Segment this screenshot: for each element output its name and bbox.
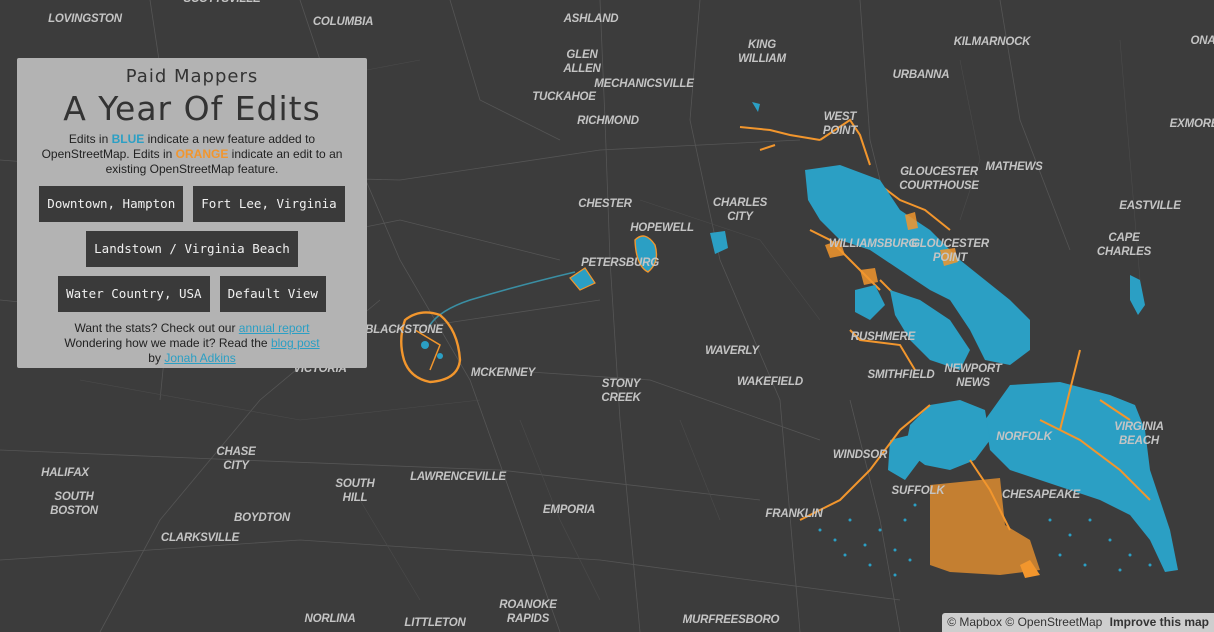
stats-line: Want the stats? Check out our annual rep… xyxy=(17,321,367,336)
place-label-mckenney: MCKENNEY xyxy=(471,367,537,379)
place-label-newport-news: NEWPORT NEWS xyxy=(944,363,1002,389)
place-label-charles-city: CHARLES CITY xyxy=(713,197,768,223)
author-prefix: by xyxy=(148,351,165,365)
downtown-hampton-button[interactable]: Downtown, Hampton xyxy=(39,186,184,222)
author-link[interactable]: Jonah Adkins xyxy=(164,351,235,365)
place-label-blackstone: BLACKSTONE xyxy=(365,324,443,336)
place-label-south-boston: SOUTH BOSTON xyxy=(50,491,99,517)
place-label-lovingston: LOVINGSTON xyxy=(48,13,123,25)
place-label-exmore: EXMORE xyxy=(1170,118,1214,130)
panel-subtitle: Paid Mappers xyxy=(125,66,259,87)
map-attribution: © Mapbox © OpenStreetMap Improve this ma… xyxy=(942,613,1214,632)
stats-prefix: Want the stats? Check out our xyxy=(74,321,239,335)
place-label-urbanna: URBANNA xyxy=(893,69,950,81)
place-label-scottsville: SCOTTSVILLE xyxy=(183,0,261,5)
place-label-hopewell: HOPEWELL xyxy=(630,222,694,234)
place-label-cape-charles: CAPE CHARLES xyxy=(1097,232,1152,258)
place-label-chesapeake: CHESAPEAKE xyxy=(1002,489,1080,501)
mapbox-attribution[interactable]: © Mapbox xyxy=(947,615,1002,629)
default-view-button[interactable]: Default View xyxy=(219,276,326,312)
place-label-gloucester-courthouse: GLOUCESTER COURTHOUSE xyxy=(899,166,979,192)
place-label-wakefield: WAKEFIELD xyxy=(737,376,803,388)
place-label-ona: ONA xyxy=(1191,35,1214,47)
king-william-edit xyxy=(752,102,760,112)
place-label-rushmere: RUSHMERE xyxy=(851,331,916,343)
place-label-norfolk: NORFOLK xyxy=(996,431,1052,443)
blog-post-link[interactable]: blog post xyxy=(271,336,320,350)
place-label-stony-creek: STONY CREEK xyxy=(601,378,641,404)
button-row-3: Water Country, USA Default View xyxy=(17,276,367,312)
place-label-waverly: WAVERLY xyxy=(705,345,760,357)
place-label-norlina: NORLINA xyxy=(305,613,356,625)
made-line: Wondering how we made it? Read the blog … xyxy=(17,336,367,351)
place-label-south-hill: SOUTH HILL xyxy=(335,478,375,504)
button-row-2: Landstown / Virginia Beach xyxy=(17,231,367,267)
panel-description: Edits in BLUE indicate a new feature add… xyxy=(31,132,353,177)
place-label-glen-allen: GLEN ALLEN xyxy=(562,49,601,75)
author-line: by Jonah Adkins xyxy=(17,351,367,366)
place-label-king-william: KING WILLIAM xyxy=(738,39,786,65)
place-label-boydton: BOYDTON xyxy=(234,512,291,524)
panel-credits: Want the stats? Check out our annual rep… xyxy=(17,321,367,366)
place-label-mechanicsville: MECHANICSVILLE xyxy=(594,78,694,90)
info-panel: Paid Mappers A Year Of Edits Edits in BL… xyxy=(17,58,367,368)
place-label-columbia: COLUMBIA xyxy=(313,16,373,28)
place-label-littleton: LITTLETON xyxy=(404,617,466,629)
river-edit-line xyxy=(429,271,576,326)
water-country-button[interactable]: Water Country, USA xyxy=(58,276,210,312)
blue-legend-word: BLUE xyxy=(111,132,145,146)
place-label-richmond: RICHMOND xyxy=(577,115,639,127)
annual-report-link[interactable]: annual report xyxy=(239,321,310,335)
place-label-williamsburg: WILLIAMSBURG xyxy=(829,238,918,250)
button-row-1: Downtown, Hampton Fort Lee, Virginia xyxy=(17,186,367,222)
place-label-suffolk: SUFFOLK xyxy=(892,485,946,497)
place-label-murfreesboro: MURFREESBORO xyxy=(683,614,780,626)
landstown-virginia-beach-button[interactable]: Landstown / Virginia Beach xyxy=(86,231,298,267)
place-label-ashland: ASHLAND xyxy=(563,13,619,25)
fort-lee-button[interactable]: Fort Lee, Virginia xyxy=(193,186,345,222)
place-label-roanoke-rapids: ROANOKE RAPIDS xyxy=(499,599,557,625)
desc-prefix: Edits in xyxy=(68,132,112,146)
place-label-petersburg: PETERSBURG xyxy=(581,257,659,269)
place-label-windsor: WINDSOR xyxy=(833,449,888,461)
place-label-lawrenceville: LAWRENCEVILLE xyxy=(410,471,506,483)
place-label-tuckahoe: TUCKAHOE xyxy=(532,91,596,103)
improve-map-link[interactable]: Improve this map xyxy=(1110,615,1209,629)
place-label-eastville: EASTVILLE xyxy=(1119,200,1181,212)
osm-attribution[interactable]: © OpenStreetMap xyxy=(1005,615,1102,629)
orange-legend-word: ORANGE xyxy=(175,147,229,161)
place-label-smithfield: SMITHFIELD xyxy=(868,369,935,381)
made-prefix: Wondering how we made it? Read the xyxy=(64,336,271,350)
place-label-franklin: FRANKLIN xyxy=(765,508,823,520)
place-label-chester: CHESTER xyxy=(578,198,632,210)
place-label-kilmarnock: KILMARNOCK xyxy=(954,36,1031,48)
place-label-emporia: EMPORIA xyxy=(543,504,595,516)
panel-title: A Year Of Edits xyxy=(63,89,321,128)
place-label-mathews: MATHEWS xyxy=(985,161,1043,173)
place-label-clarksville: CLARKSVILLE xyxy=(161,532,240,544)
place-label-halifax: HALIFAX xyxy=(41,467,90,479)
